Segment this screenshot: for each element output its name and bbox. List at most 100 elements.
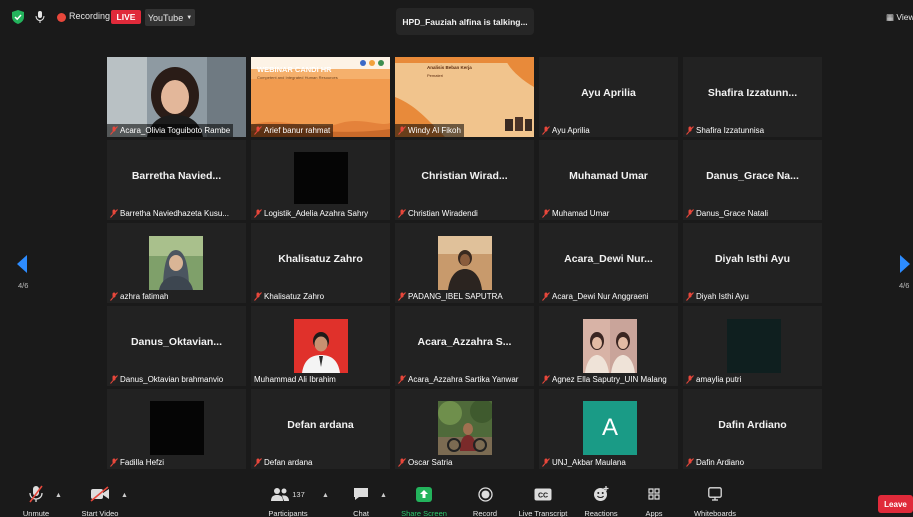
participant-tile[interactable]: Analisis Beban Kerja Pemateri Windy Al F… [395, 57, 534, 137]
participant-tile[interactable]: Christian Wirad... Christian Wiradendi [395, 140, 534, 220]
participant-display-name: Shafira Izzatunn... [707, 87, 798, 99]
share-screen-label: Share Screen [401, 509, 447, 517]
participant-tile[interactable]: Dafin Ardiano Dafin Ardiano [683, 389, 822, 469]
view-button[interactable]: ▦ View [886, 12, 913, 23]
participant-tile[interactable]: Logistik_Adelia Azahra Sahry [251, 140, 390, 220]
participant-tile[interactable]: Fadilla Hefzi [107, 389, 246, 469]
recording-label[interactable]: Recording [69, 11, 110, 21]
participant-tile[interactable]: Diyah Isthi Ayu Diyah Isthi Ayu [683, 223, 822, 303]
participant-tile[interactable]: Danus_Oktavian... Danus_Oktavian brahman… [107, 306, 246, 386]
participant-name-label: Dafin Ardiano [683, 456, 747, 469]
zoom-meeting-window: Recording LIVE YouTube ▼ HPD_Fauziah alf… [0, 0, 913, 517]
muted-microphone-icon [398, 292, 406, 301]
participant-name-label: azhra fatimah [107, 290, 171, 303]
leave-button[interactable]: Leave [878, 495, 913, 513]
participant-name: azhra fatimah [120, 292, 169, 301]
participants-label: Participants [268, 509, 308, 517]
participant-name-label: amaylia putri [683, 373, 744, 386]
participant-name: PADANG_IBEL SAPUTRA [408, 292, 503, 301]
participant-tile[interactable]: Danus_Grace Na... Danus_Grace Natali [683, 140, 822, 220]
participant-name: Acara_Azzahra Sartika Yanwar [408, 375, 519, 384]
participants-icon [271, 488, 290, 501]
muted-microphone-icon [110, 209, 118, 218]
participants-button[interactable]: 137 Participants [266, 485, 310, 517]
record-label: Record [472, 509, 498, 517]
participant-name-label: Christian Wiradendi [395, 207, 481, 220]
participant-name-label: Khalisatuz Zahro [251, 290, 327, 303]
chevron-down-icon: ▼ [186, 14, 193, 21]
muted-microphone-icon [110, 375, 118, 384]
muted-microphone-icon [542, 292, 550, 301]
participant-tile[interactable]: PADANG_IBEL SAPUTRA [395, 223, 534, 303]
record-icon [477, 486, 493, 502]
participant-tile[interactable]: Defan ardana Defan ardana [251, 389, 390, 469]
participant-tile[interactable]: Shafira Izzatunn... Shafira Izzatunnisa [683, 57, 822, 137]
live-badge[interactable]: LIVE [111, 10, 141, 24]
avatar: A [583, 401, 637, 455]
participant-display-name: Danus_Grace Na... [706, 170, 799, 182]
slide-title: WEBINAR CANDI HR [257, 65, 332, 74]
participant-display-name: Christian Wirad... [421, 170, 508, 182]
chat-label: Chat [353, 509, 369, 517]
participant-name-label: Agnez Ella Saputry_UIN Malang [539, 373, 670, 386]
meeting-toolbar: Unmute ▲ Start Video ▲ 137 Participants … [0, 485, 913, 517]
previous-page-arrow-icon[interactable] [16, 254, 28, 274]
participant-name-label: Danus_Grace Natali [683, 207, 771, 220]
caret-up-icon[interactable]: ▲ [121, 492, 128, 499]
muted-microphone-icon [542, 126, 550, 135]
muted-microphone-icon [542, 209, 550, 218]
caret-up-icon[interactable]: ▲ [322, 492, 329, 499]
participant-tile[interactable]: A UNJ_Akbar Maulana [539, 389, 678, 469]
participant-name-label: Diyah Isthi Ayu [683, 290, 752, 303]
participant-tile[interactable]: WEBINAR CANDI HR Competent and Integrate… [251, 57, 390, 137]
whiteboards-button[interactable]: Whiteboards [692, 485, 738, 517]
whiteboard-icon [708, 487, 722, 501]
participant-name-label: Ayu Aprilia [539, 124, 593, 137]
participant-tile[interactable]: Oscar Satria [395, 389, 534, 469]
chat-button[interactable]: Chat [350, 485, 372, 517]
participant-tile[interactable]: Acara_Azzahra S... Acara_Azzahra Sartika… [395, 306, 534, 386]
whiteboards-label: Whiteboards [693, 509, 737, 517]
participant-name-label: Acara_Olivia Toguiboto Rambe [107, 124, 234, 137]
live-transcript-button[interactable]: CC Live Transcript [517, 485, 569, 517]
share-screen-button[interactable]: Share Screen [401, 485, 447, 517]
participant-tile[interactable]: Muhamad Umar Muhamad Umar [539, 140, 678, 220]
next-page-arrow-icon[interactable] [899, 254, 911, 274]
participant-name: Acara_Dewi Nur Anggraeni [552, 292, 649, 301]
participant-name: Oscar Satria [408, 458, 453, 467]
muted-microphone-icon [398, 126, 406, 135]
caret-up-icon[interactable]: ▲ [380, 492, 387, 499]
youtube-stream-button[interactable]: YouTube ▼ [145, 9, 195, 26]
participant-tile[interactable]: azhra fatimah [107, 223, 246, 303]
participant-tile[interactable]: amaylia putri [683, 306, 822, 386]
participant-name: Barretha Naviedhazeta Kusu... [120, 209, 229, 218]
slide-title: Analisis Beban Kerja [427, 65, 472, 70]
participant-tile[interactable]: Khalisatuz Zahro Khalisatuz Zahro [251, 223, 390, 303]
participant-video [150, 401, 204, 455]
participant-tile[interactable]: Agnez Ella Saputry_UIN Malang [539, 306, 678, 386]
reactions-button[interactable]: Reactions [583, 485, 619, 517]
microphone-icon[interactable] [34, 10, 46, 24]
apps-button[interactable]: Apps [644, 485, 664, 517]
muted-microphone-icon [254, 126, 262, 135]
participant-name: Defan ardana [264, 458, 313, 467]
unmute-button[interactable]: Unmute [22, 485, 50, 517]
participant-tile[interactable]: Acara_Olivia Toguiboto Rambe [107, 57, 246, 137]
youtube-label: YouTube [147, 12, 184, 23]
participant-video [583, 319, 637, 373]
record-button[interactable]: Record [472, 485, 498, 517]
participant-video [438, 401, 492, 455]
participant-name-label: Defan ardana [251, 456, 315, 469]
participant-tile[interactable]: Acara_Dewi Nur... Acara_Dewi Nur Anggrae… [539, 223, 678, 303]
participant-tile[interactable]: Muhammad Ali Ibrahim [251, 306, 390, 386]
apps-label: Apps [645, 509, 663, 517]
muted-microphone-icon [110, 126, 118, 135]
start-video-button[interactable]: Start Video [80, 485, 120, 517]
participant-display-name: Danus_Oktavian... [130, 336, 223, 348]
caret-up-icon[interactable]: ▲ [55, 492, 62, 499]
grid-view-icon: ▦ [886, 12, 895, 22]
participant-tile[interactable]: Barretha Navied... Barretha Naviedhazeta… [107, 140, 246, 220]
participant-tile[interactable]: Ayu Aprilia Ayu Aprilia [539, 57, 678, 137]
shield-icon[interactable] [12, 10, 24, 24]
slide-subtitle: Pemateri [427, 73, 444, 78]
